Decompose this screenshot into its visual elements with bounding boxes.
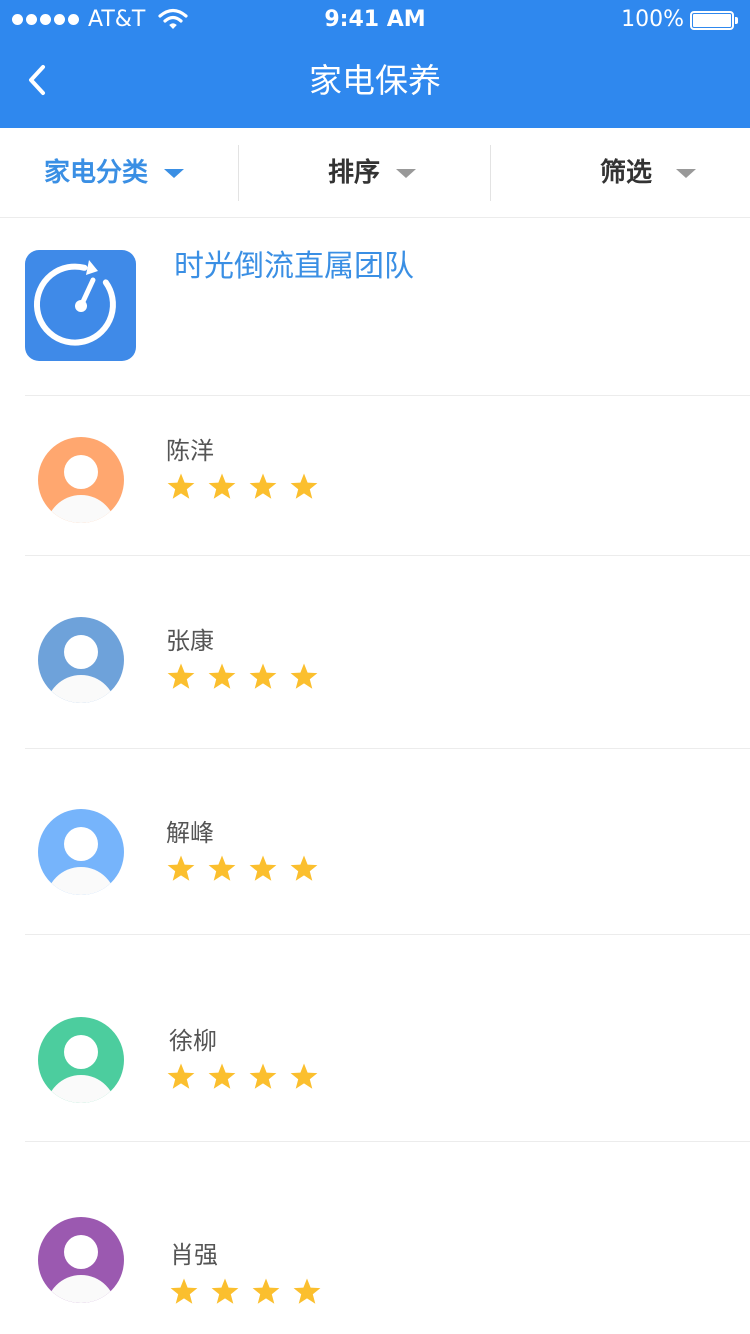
caret-down-icon	[396, 168, 417, 178]
team-name: 时光倒流直属团队	[174, 249, 414, 284]
divider	[25, 395, 750, 396]
member-name: 肖强	[170, 1241, 218, 1269]
star-icon	[208, 473, 236, 499]
star-icon	[167, 473, 195, 499]
member-row[interactable]: 徐柳	[0, 995, 750, 1145]
avatar	[38, 617, 124, 703]
star-rating	[166, 854, 319, 884]
avatar	[38, 1017, 124, 1103]
avatar	[38, 437, 124, 523]
star-rating	[169, 1277, 322, 1307]
star-icon	[211, 1278, 239, 1304]
divider	[25, 934, 750, 935]
filter-category-dropdown[interactable]: 家电分类	[44, 128, 185, 218]
caret-down-icon	[164, 168, 185, 178]
star-rating	[166, 472, 319, 502]
member-row[interactable]: 张康	[0, 595, 750, 745]
battery-icon	[690, 11, 738, 30]
battery-percentage: 100%	[621, 7, 684, 32]
filter-category-label: 家电分类	[44, 158, 149, 188]
filter-bar: 家电分类 排序 筛选	[0, 128, 750, 218]
member-name: 陈洋	[166, 437, 214, 465]
member-name: 徐柳	[169, 1027, 217, 1055]
filter-divider	[490, 145, 491, 201]
member-name: 解峰	[166, 819, 214, 847]
page-title: 家电保养	[309, 61, 441, 100]
star-icon	[290, 1063, 318, 1089]
star-icon	[290, 855, 318, 881]
star-rating	[166, 1062, 319, 1092]
member-row[interactable]: 解峰	[0, 787, 750, 937]
star-icon	[249, 663, 277, 689]
star-icon	[252, 1278, 280, 1304]
star-icon	[167, 663, 195, 689]
filter-screen-dropdown[interactable]: 筛选	[600, 128, 697, 218]
member-row[interactable]: 陈洋	[0, 405, 750, 555]
avatar	[38, 809, 124, 895]
filter-sort-dropdown[interactable]: 排序	[328, 128, 417, 218]
filter-divider	[238, 145, 239, 201]
star-icon	[167, 855, 195, 881]
divider	[25, 748, 750, 749]
team-logo	[25, 250, 136, 361]
stopwatch-icon	[33, 260, 116, 346]
star-icon	[249, 1063, 277, 1089]
member-name: 张康	[166, 627, 214, 655]
star-icon	[290, 473, 318, 499]
star-icon	[249, 473, 277, 499]
star-icon	[208, 1063, 236, 1089]
status-bar: AT&T 9:41 AM 100%	[0, 0, 750, 40]
star-icon	[208, 663, 236, 689]
divider	[25, 555, 750, 556]
avatar	[38, 1217, 124, 1303]
star-icon	[208, 855, 236, 881]
divider	[25, 1141, 750, 1142]
star-icon	[167, 1063, 195, 1089]
star-icon	[170, 1278, 198, 1304]
filter-screen-label: 筛选	[600, 158, 653, 188]
member-row[interactable]: 肖强	[0, 1195, 750, 1334]
star-icon	[293, 1278, 321, 1304]
filter-sort-label: 排序	[328, 158, 381, 188]
star-icon	[290, 663, 318, 689]
caret-down-icon	[676, 168, 697, 178]
navigation-header: AT&T 9:41 AM 100% 家电保养	[0, 0, 750, 128]
team-header[interactable]: 时光倒流直属团队	[0, 218, 750, 395]
star-icon	[249, 855, 277, 881]
star-rating	[166, 662, 319, 692]
